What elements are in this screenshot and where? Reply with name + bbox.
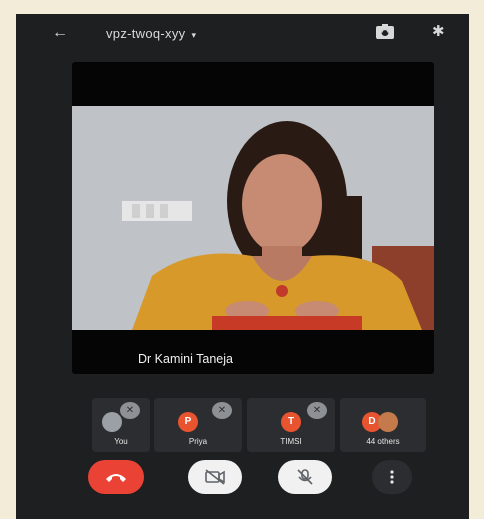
top-bar: ← vpz-twoq-xyy ▾ ✱	[16, 14, 469, 54]
more-options-button[interactable]	[372, 460, 412, 494]
chevron-down-icon: ▾	[191, 30, 197, 40]
participant-name: 44 others	[366, 437, 400, 446]
participant-tile[interactable]: D 44 others	[340, 398, 426, 452]
participant-name: You	[114, 437, 128, 446]
call-controls	[16, 460, 469, 500]
participant-strip: ✕ You P ✕ Priya T ✕ TIMSI D 44 others	[92, 398, 426, 456]
participant-name: Priya	[188, 437, 208, 446]
participant-tile[interactable]: P ✕ Priya	[154, 398, 242, 452]
avatar	[102, 412, 122, 432]
end-call-button[interactable]	[88, 460, 144, 494]
mic-off-icon: ✕	[120, 402, 140, 419]
meeting-code: vpz-twoq-xyy	[106, 26, 186, 41]
avatar: T	[281, 412, 301, 432]
mic-toggle-button[interactable]	[278, 460, 332, 494]
camera-off-icon	[205, 469, 225, 485]
main-video[interactable]: Dr Kamini Taneja	[72, 62, 434, 374]
meet-app: ← vpz-twoq-xyy ▾ ✱ Dr Kamini Taneja ✕ Yo…	[16, 14, 469, 519]
more-icon	[390, 470, 394, 484]
mic-off-icon	[297, 469, 313, 485]
switch-camera-icon[interactable]	[374, 23, 396, 41]
speaker-name: Dr Kamini Taneja	[138, 352, 233, 366]
participant-tile[interactable]: T ✕ TIMSI	[247, 398, 335, 452]
back-arrow-icon[interactable]: ←	[52, 24, 68, 42]
avatar: P	[178, 412, 198, 432]
bluetooth-icon[interactable]: ✱	[432, 22, 445, 40]
mic-off-icon: ✕	[212, 402, 232, 419]
avatar	[378, 412, 398, 432]
participant-tile[interactable]: ✕ You	[92, 398, 150, 452]
mic-off-icon: ✕	[307, 402, 327, 419]
meeting-code-selector[interactable]: vpz-twoq-xyy ▾	[106, 26, 196, 41]
camera-toggle-button[interactable]	[188, 460, 242, 494]
speaker-video-feed	[72, 106, 434, 330]
end-call-icon	[106, 474, 126, 482]
participant-name: TIMSI	[280, 437, 302, 446]
speaker-image	[72, 106, 434, 330]
